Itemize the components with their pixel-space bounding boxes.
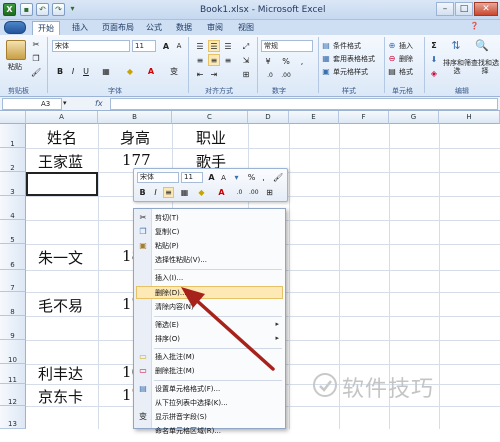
annotation-arrow <box>181 287 275 371</box>
watermark-logo-icon <box>313 373 337 397</box>
watermark-text: 软件技巧 <box>342 377 435 402</box>
